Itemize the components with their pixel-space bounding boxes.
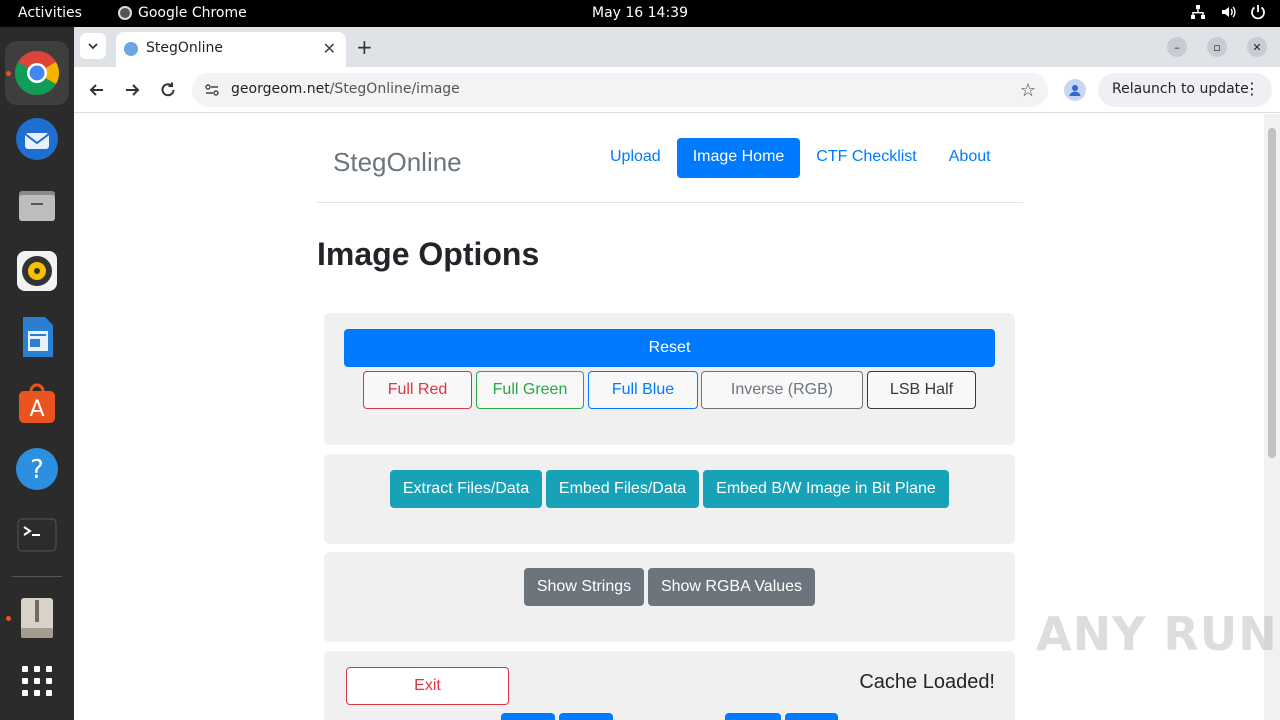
dock-separator	[12, 576, 62, 577]
profile-avatar[interactable]	[1064, 79, 1086, 101]
url-domain: georgeom.net	[231, 81, 330, 97]
full-blue-button[interactable]: Full Blue	[588, 371, 698, 409]
nav-upload[interactable]: Upload	[594, 138, 677, 178]
nav-ctf-checklist[interactable]: CTF Checklist	[800, 138, 932, 178]
dock-files[interactable]	[5, 173, 69, 237]
dock-chrome[interactable]	[5, 41, 69, 105]
header-divider	[317, 202, 1023, 203]
system-tray[interactable]	[1190, 4, 1266, 20]
bitplane-card: Exit Cache Loaded!	[324, 651, 1015, 720]
tab-close-icon[interactable]: ✕	[323, 39, 336, 58]
favicon-icon	[124, 42, 138, 56]
bookmark-star-icon[interactable]: ☆	[1020, 80, 1036, 101]
nav-image-home[interactable]: Image Home	[676, 138, 801, 178]
maximize-button[interactable]: ▫	[1207, 37, 1227, 57]
reset-button[interactable]: Reset	[344, 329, 995, 367]
more-vert-icon: ⋮	[1244, 79, 1260, 98]
back-button[interactable]	[86, 79, 108, 101]
scrollbar-thumb[interactable]	[1268, 128, 1276, 458]
anyrun-watermark: ANY RUN	[1036, 607, 1278, 661]
exit-button[interactable]: Exit	[346, 667, 509, 705]
tab-search-button[interactable]	[80, 33, 106, 59]
reload-icon	[161, 82, 175, 97]
tab-strip: StegOnline ✕ + – ▫ ✕	[74, 27, 1280, 67]
new-tab-button[interactable]: +	[356, 35, 373, 59]
thunderbird-icon	[16, 118, 58, 160]
chrome-icon	[15, 51, 59, 95]
embed-bw-image-button[interactable]: Embed B/W Image in Bit Plane	[703, 470, 949, 508]
svg-text:?: ?	[30, 455, 44, 485]
app-center-icon: A	[19, 383, 55, 423]
dock-writer[interactable]	[5, 305, 69, 369]
rhythmbox-icon	[17, 251, 57, 291]
url-path: /StegOnline/image	[329, 81, 460, 97]
clock[interactable]: May 16 14:39	[0, 5, 1280, 21]
forward-button[interactable]	[121, 79, 143, 101]
show-rgba-button[interactable]: Show RGBA Values	[648, 568, 815, 606]
dock-help[interactable]: ?	[5, 437, 69, 501]
archive-icon	[21, 598, 53, 638]
site-info-icon[interactable]	[204, 82, 220, 98]
dock-archive[interactable]	[5, 586, 69, 650]
url-text: georgeom.net/StegOnline/image	[231, 81, 460, 97]
color-options-card: Reset Full Red Full Green Full Blue Inve…	[324, 313, 1015, 445]
dock-rhythmbox[interactable]	[5, 239, 69, 303]
embed-files-button[interactable]: Embed Files/Data	[546, 470, 699, 508]
browser-toolbar: georgeom.net/StegOnline/image ☆ Relaunch…	[74, 67, 1280, 113]
bitplane-button[interactable]	[785, 713, 838, 720]
arrow-left-icon	[89, 84, 103, 96]
running-indicator	[6, 71, 11, 76]
dock-show-apps[interactable]	[5, 649, 69, 713]
full-red-button[interactable]: Full Red	[363, 371, 472, 409]
network-icon	[1191, 5, 1205, 19]
system-top-bar: Activities Google Chrome May 16 14:39	[0, 0, 1280, 27]
cache-status: Cache Loaded!	[859, 671, 995, 693]
relaunch-to-update-button[interactable]: Relaunch to update ⋮	[1098, 73, 1272, 107]
page-title: Image Options	[317, 236, 540, 272]
svg-text:A: A	[29, 397, 44, 422]
inverse-rgb-button[interactable]: Inverse (RGB)	[701, 371, 863, 409]
extract-files-button[interactable]: Extract Files/Data	[390, 470, 542, 508]
running-indicator	[6, 616, 11, 621]
volume-icon	[1222, 6, 1236, 18]
close-window-button[interactable]: ✕	[1247, 37, 1267, 57]
dock-thunderbird[interactable]	[5, 107, 69, 171]
relaunch-label: Relaunch to update	[1112, 81, 1249, 97]
show-strings-button[interactable]: Show Strings	[524, 568, 644, 606]
nav-about[interactable]: About	[933, 138, 1007, 178]
power-icon	[1251, 5, 1265, 20]
full-green-button[interactable]: Full Green	[476, 371, 584, 409]
dock-app-center[interactable]: A	[5, 371, 69, 435]
bitplane-button[interactable]	[501, 713, 555, 720]
embed-extract-card: Extract Files/Data Embed Files/Data Embe…	[324, 454, 1015, 544]
dock: A ?	[0, 27, 74, 720]
person-icon	[1069, 85, 1081, 96]
terminal-icon	[17, 518, 57, 552]
tab-stegonline[interactable]: StegOnline ✕	[116, 32, 346, 67]
reload-button[interactable]	[157, 79, 179, 101]
lsb-half-button[interactable]: LSB Half	[867, 371, 976, 409]
grid-icon	[22, 666, 52, 696]
dock-terminal[interactable]	[5, 503, 69, 567]
files-icon	[19, 191, 55, 221]
site-nav: Upload Image Home CTF Checklist About	[594, 138, 1007, 178]
minimize-button[interactable]: –	[1167, 37, 1187, 57]
tab-title: StegOnline	[146, 40, 224, 56]
bitplane-button[interactable]	[559, 713, 613, 720]
site-brand[interactable]: StegOnline	[333, 147, 462, 178]
address-bar[interactable]: georgeom.net/StegOnline/image ☆	[192, 73, 1048, 107]
writer-icon	[23, 317, 53, 357]
arrow-right-icon	[126, 84, 140, 96]
help-icon: ?	[16, 448, 58, 490]
chevron-down-icon	[88, 43, 98, 50]
analysis-card: Show Strings Show RGBA Values	[324, 552, 1015, 642]
bitplane-button[interactable]	[725, 713, 781, 720]
